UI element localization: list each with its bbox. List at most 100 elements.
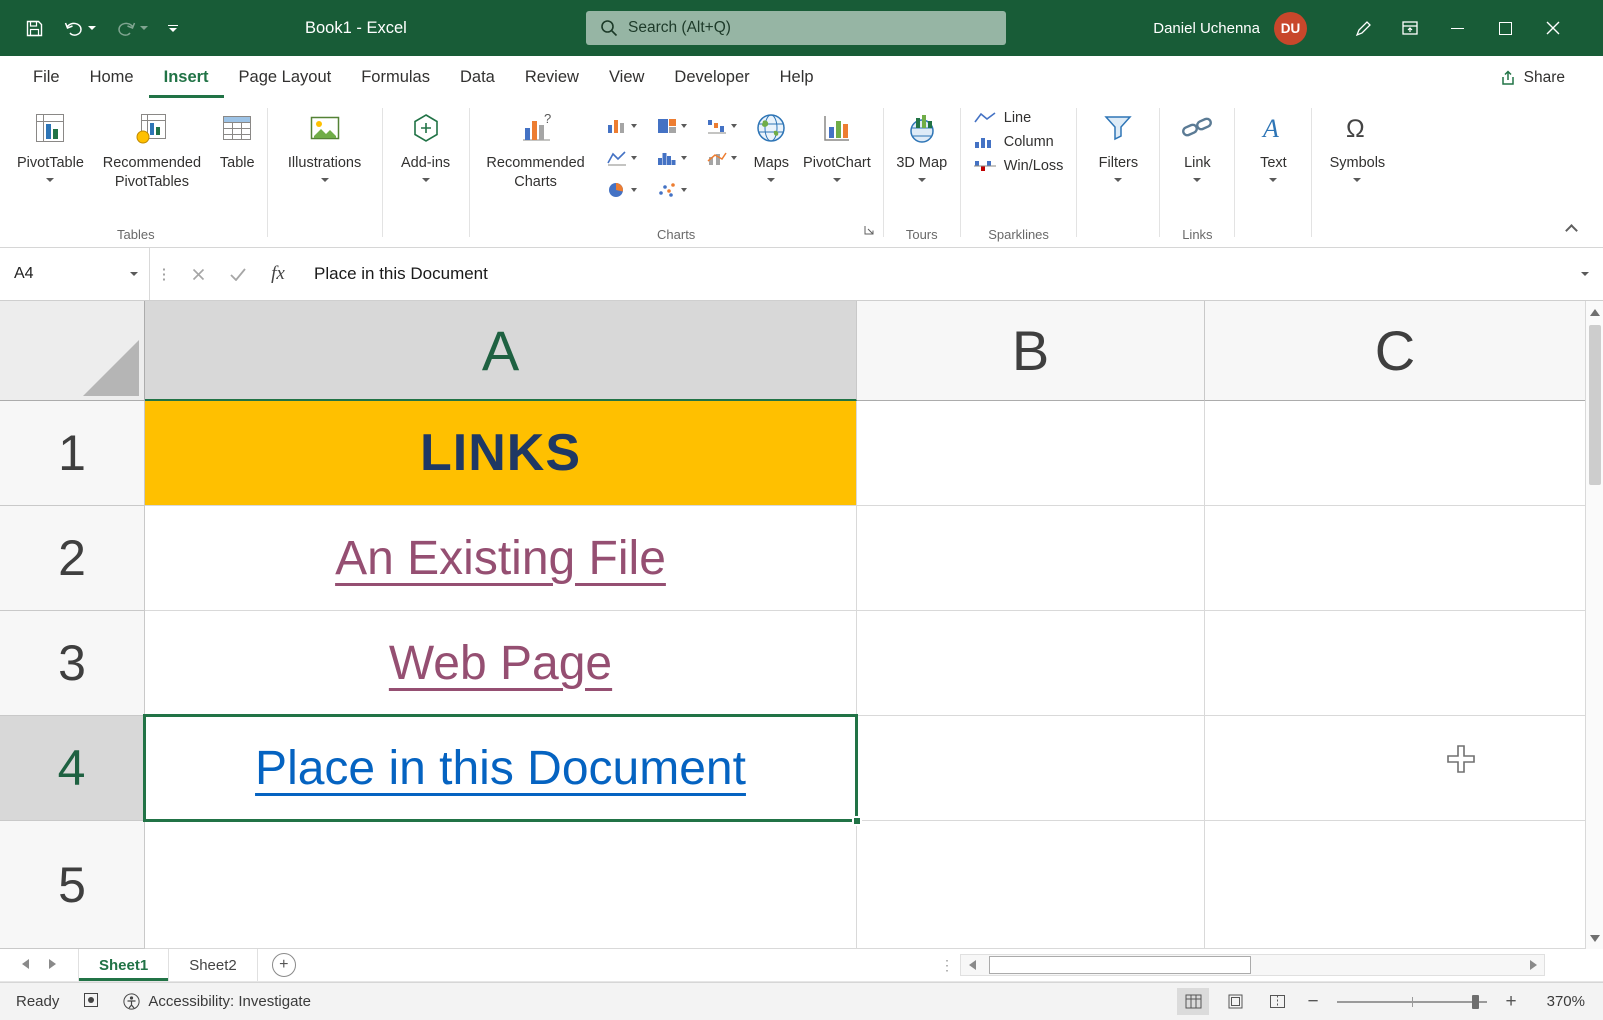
cell-c2[interactable] [1205, 506, 1585, 611]
search-input[interactable] [628, 19, 992, 37]
sheet-nav-right-button[interactable] [49, 956, 56, 974]
sparkline-column-button[interactable]: Column [974, 134, 1064, 150]
pen-button[interactable] [1341, 0, 1387, 56]
row-header-2[interactable]: 2 [0, 506, 145, 611]
cell-b3[interactable] [857, 611, 1205, 716]
formula-bar-expand-button[interactable] [1567, 248, 1603, 300]
cell-a1[interactable]: LINKS [145, 401, 857, 506]
ribbon-display-options-button[interactable] [1387, 0, 1433, 56]
normal-view-button[interactable] [1177, 988, 1209, 1015]
search-box[interactable] [586, 11, 1006, 45]
zoom-level[interactable]: 370% [1531, 993, 1585, 1010]
cell-a5[interactable] [145, 821, 857, 949]
page-layout-view-button[interactable] [1219, 988, 1251, 1015]
save-button[interactable] [16, 8, 53, 48]
sparkline-line-button[interactable]: Line [974, 110, 1064, 126]
tab-view[interactable]: View [594, 56, 659, 98]
redo-button[interactable] [107, 8, 157, 48]
vertical-scrollbar[interactable] [1585, 301, 1603, 949]
tab-scroll-splitter[interactable]: ⋮ [934, 949, 960, 981]
tab-file[interactable]: File [18, 56, 75, 98]
cancel-button[interactable] [178, 248, 218, 300]
tab-home[interactable]: Home [75, 56, 149, 98]
tab-data[interactable]: Data [445, 56, 510, 98]
fill-handle[interactable] [852, 816, 862, 826]
pivotchart-button[interactable]: PivotChart [796, 100, 878, 222]
cell-b5[interactable] [857, 821, 1205, 949]
macro-record-button[interactable] [83, 992, 99, 1012]
cell-a4-selected[interactable]: Place in this Document [145, 716, 857, 821]
insert-pie-chart-button[interactable] [597, 174, 647, 206]
insert-hierarchy-chart-button[interactable] [647, 110, 697, 142]
row-header-5[interactable]: 5 [0, 821, 145, 949]
charts-dialog-launcher[interactable] [863, 223, 875, 241]
new-sheet-button[interactable]: + [272, 953, 296, 977]
row-header-4[interactable]: 4 [0, 716, 145, 821]
insert-scatter-chart-button[interactable] [647, 174, 697, 206]
insert-function-button[interactable]: fx [258, 248, 298, 300]
name-box[interactable]: A4 [0, 248, 150, 300]
enter-button[interactable] [218, 248, 258, 300]
sparkline-winloss-button[interactable]: Win/Loss [974, 158, 1064, 174]
illustrations-button[interactable]: Illustrations [273, 100, 377, 222]
formula-input[interactable]: Place in this Document [298, 248, 1567, 300]
sheet-nav-left-button[interactable] [22, 956, 29, 974]
cell-b1[interactable] [857, 401, 1205, 506]
zoom-out-button[interactable]: − [1303, 991, 1323, 1013]
zoom-slider[interactable] [1337, 1001, 1487, 1003]
pivottable-button[interactable]: PivotTable [10, 100, 91, 222]
recommended-pivottables-button[interactable]: Recommended PivotTables [91, 100, 213, 222]
customize-quick-access-button[interactable] [159, 8, 187, 48]
cell-c3[interactable] [1205, 611, 1585, 716]
cell-a2[interactable]: An Existing File [145, 506, 857, 611]
tab-review[interactable]: Review [510, 56, 594, 98]
cell-b4[interactable] [857, 716, 1205, 821]
select-all-corner[interactable] [0, 301, 145, 401]
formula-bar-splitter[interactable]: ⋮ [150, 248, 178, 300]
undo-button[interactable] [55, 8, 105, 48]
scroll-down-button[interactable] [1586, 927, 1603, 949]
tab-insert[interactable]: Insert [149, 56, 224, 98]
horizontal-scrollbar[interactable] [960, 954, 1545, 976]
cell-c5[interactable] [1205, 821, 1585, 949]
zoom-in-button[interactable]: + [1501, 991, 1521, 1013]
insert-column-chart-button[interactable] [597, 110, 647, 142]
maximize-button[interactable] [1481, 0, 1529, 56]
cell-c4[interactable] [1205, 716, 1585, 821]
symbols-button[interactable]: Ω Symbols [1317, 100, 1397, 222]
user-avatar[interactable]: DU [1274, 12, 1307, 45]
filters-button[interactable]: Filters [1082, 100, 1154, 222]
accessibility-checker-button[interactable]: Accessibility: Investigate [123, 993, 311, 1010]
insert-waterfall-chart-button[interactable] [697, 110, 747, 142]
tab-help[interactable]: Help [765, 56, 829, 98]
cell-b2[interactable] [857, 506, 1205, 611]
column-header-b[interactable]: B [857, 301, 1205, 401]
recommended-charts-button[interactable]: ? Recommended Charts [475, 100, 597, 222]
insert-combo-chart-button[interactable] [697, 142, 747, 174]
minimize-button[interactable] [1433, 0, 1481, 56]
tab-page-layout[interactable]: Page Layout [224, 56, 347, 98]
close-button[interactable] [1529, 0, 1577, 56]
cell-a3[interactable]: Web Page [145, 611, 857, 716]
vertical-scroll-thumb[interactable] [1589, 325, 1601, 485]
sheet-tab-sheet1[interactable]: Sheet1 [78, 949, 169, 981]
insert-line-chart-button[interactable] [597, 142, 647, 174]
tab-formulas[interactable]: Formulas [346, 56, 445, 98]
collapse-ribbon-button[interactable] [1567, 225, 1577, 235]
insert-statistic-chart-button[interactable] [647, 142, 697, 174]
column-header-c[interactable]: C [1205, 301, 1585, 401]
row-header-3[interactable]: 3 [0, 611, 145, 716]
link-button[interactable]: Link [1165, 100, 1229, 222]
tab-developer[interactable]: Developer [659, 56, 764, 98]
cell-c1[interactable] [1205, 401, 1585, 506]
3d-map-button[interactable]: 3D Map [889, 100, 955, 222]
row-header-1[interactable]: 1 [0, 401, 145, 506]
sheet-tab-sheet2[interactable]: Sheet2 [169, 949, 258, 981]
text-button[interactable]: A Text [1240, 100, 1306, 222]
page-break-view-button[interactable] [1261, 988, 1293, 1015]
scroll-right-button[interactable] [1522, 955, 1544, 975]
user-name[interactable]: Daniel Uchenna [1153, 20, 1260, 37]
scroll-up-button[interactable] [1586, 301, 1603, 323]
scroll-left-button[interactable] [961, 955, 983, 975]
maps-button[interactable]: Maps [747, 100, 796, 222]
